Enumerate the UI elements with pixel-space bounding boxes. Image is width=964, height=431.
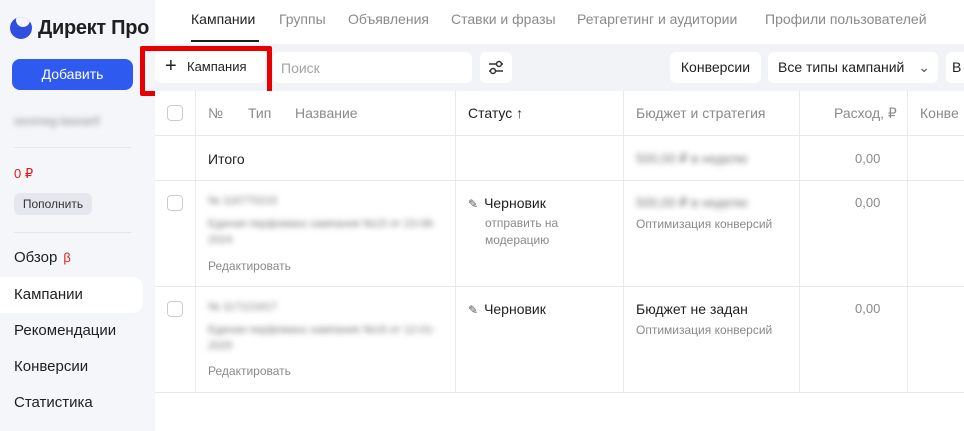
row-budget: 500,00 ₽ в неделю — [636, 195, 748, 210]
tab-campaigns[interactable]: Кампании — [191, 11, 255, 27]
select-all-checkbox[interactable] — [167, 105, 183, 121]
row-spend: 0,00 — [855, 195, 881, 210]
top-tabs: Кампании Группы Объявления Ставки и фраз… — [155, 0, 964, 44]
edit-link[interactable]: Редактировать — [208, 259, 291, 273]
add-campaign-label: Кампания — [187, 59, 247, 74]
nav-item-statistics[interactable]: Статистика — [0, 385, 143, 421]
campaign-types-label: Все типы кампаний — [778, 59, 905, 75]
row-divider — [155, 180, 964, 181]
campaign-id: № 116770215 — [208, 195, 278, 207]
header-num[interactable]: № — [208, 105, 223, 121]
send-to-moderation-link[interactable]: отправить на — [485, 216, 558, 230]
campaign-types-select[interactable]: Все типы кампаний ⌄ — [768, 52, 938, 83]
row-strategy: Оптимизация конверсий — [636, 323, 773, 337]
status-text: Черновик — [484, 195, 546, 211]
header-status[interactable]: Статус ↑ — [468, 105, 523, 121]
beta-badge: β — [63, 250, 71, 265]
divider — [14, 147, 131, 148]
row-spend: 0,00 — [855, 301, 881, 316]
status-text: Черновик — [484, 301, 546, 317]
nav-item-label: Кампании — [14, 286, 83, 303]
logo-icon — [10, 17, 32, 39]
tab-groups[interactable]: Группы — [279, 11, 326, 27]
more-filter-button[interactable]: В — [946, 52, 964, 83]
conversions-button[interactable]: Конверсии — [670, 52, 761, 83]
row-divider — [155, 392, 964, 393]
column-divider — [623, 91, 624, 393]
campaigns-table: № Тип Название Статус ↑ Бюджет и стратег… — [155, 91, 964, 431]
nav-item-conversions[interactable]: Конверсии — [0, 349, 143, 385]
campaign-id: № 117121617 — [208, 301, 278, 313]
column-divider — [907, 91, 908, 393]
total-spend: 0,00 — [855, 151, 881, 166]
column-divider — [799, 91, 800, 393]
nav-item-label: Обзор — [14, 249, 58, 266]
tab-retargeting[interactable]: Ретаргетинг и аудитории — [577, 11, 737, 27]
logo-text: Директ Про — [38, 16, 150, 39]
plus-icon: + — [165, 55, 177, 77]
row-checkbox[interactable] — [167, 301, 183, 317]
nav-item-label: Рекомендации — [14, 322, 117, 339]
table-header: № Тип Название Статус ↑ Бюджет и стратег… — [155, 91, 964, 136]
tab-user-profiles[interactable]: Профили пользователей — [765, 11, 927, 27]
nav-item-label: Статистика — [14, 394, 93, 411]
column-divider — [455, 91, 456, 393]
topup-button[interactable]: Пополнить — [14, 193, 92, 215]
row-checkbox[interactable] — [167, 195, 183, 211]
nav-item-recommendations[interactable]: Рекомендации — [0, 313, 143, 349]
user-name[interactable]: seomeg-lasearif — [14, 114, 99, 128]
chevron-down-icon: ⌄ — [918, 59, 930, 75]
edit-link[interactable]: Редактировать — [208, 364, 291, 378]
status-draft: ✎ Черновик — [468, 195, 546, 211]
pencil-icon: ✎ — [468, 303, 479, 317]
header-spend[interactable]: Расход, ₽ — [834, 105, 897, 122]
column-divider — [195, 91, 196, 393]
status-draft: ✎ Черновик — [468, 301, 546, 317]
total-label: Итого — [208, 151, 245, 167]
row-divider — [155, 286, 964, 287]
campaign-name-link[interactable]: Единая перфоманс кампания №15 от 23-08-2… — [208, 216, 443, 248]
tab-bids[interactable]: Ставки и фразы — [451, 11, 556, 27]
row-budget: Бюджет не задан — [636, 301, 748, 317]
toolbar: + Кампания Конверсии Все типы кампаний ⌄… — [155, 44, 964, 91]
header-name[interactable]: Название — [295, 105, 358, 121]
pencil-icon: ✎ — [468, 197, 479, 211]
search-input[interactable] — [273, 52, 472, 83]
balance: 0 ₽ — [14, 166, 34, 181]
row-strategy: Оптимизация конверсий — [636, 217, 773, 231]
total-budget: 500,00 ₽ в неделю — [636, 151, 748, 166]
active-tab-indicator — [191, 40, 259, 42]
add-campaign-button[interactable]: + Кампания — [155, 50, 265, 83]
sidebar: Директ Про Добавить seomeg-lasearif 0 ₽ … — [0, 0, 155, 431]
nav-item-label: Конверсии — [14, 358, 89, 375]
filter-button[interactable] — [480, 52, 512, 83]
send-to-moderation-link-2[interactable]: модерацию — [485, 233, 549, 247]
nav-item-overview[interactable]: Обзор β — [0, 240, 143, 276]
add-button[interactable]: Добавить — [12, 59, 133, 90]
nav-item-campaigns[interactable]: Кампании — [0, 277, 143, 313]
divider — [14, 232, 131, 233]
filter-sliders-icon — [489, 60, 503, 75]
header-type[interactable]: Тип — [248, 105, 271, 121]
tab-ads[interactable]: Объявления — [348, 11, 429, 27]
header-conversions[interactable]: Конве — [920, 105, 959, 121]
logo[interactable]: Директ Про — [10, 14, 149, 42]
campaign-name-link[interactable]: Единая перфоманс кампания №16 от 12-01-2… — [208, 322, 443, 354]
header-budget[interactable]: Бюджет и стратегия — [636, 105, 765, 121]
